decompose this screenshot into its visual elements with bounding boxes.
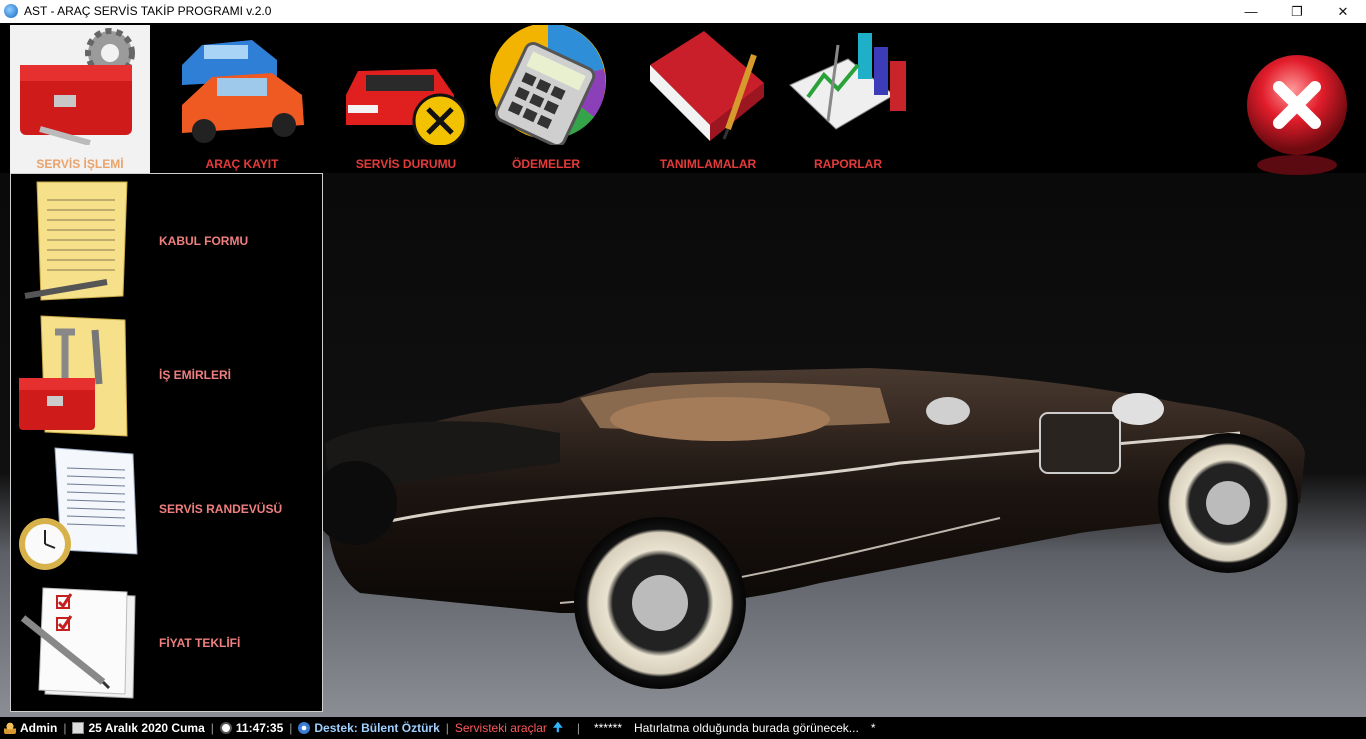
maximize-button[interactable]: ❐ [1274,0,1320,23]
toolbar-label: SERVİS İŞLEMİ [36,157,124,171]
toolbox-gear-icon [10,25,150,146]
status-stars: ****** [593,721,622,735]
toolbar-label: ARAÇ KAYIT [205,157,279,171]
status-separator: | [210,721,214,735]
exit-close-icon[interactable] [1244,53,1350,179]
window-title: AST - ARAÇ SERVİS TAKİP PROGRAMI v.2.0 [24,4,272,18]
toolbar-label: RAPORLAR [814,157,882,171]
status-bar: Admin | 25 Aralık 2020 Cuma | 11:47:35 |… [0,717,1366,739]
toolbar-odemeler[interactable]: ÖDEMELER [476,23,616,173]
calculator-chart-icon [476,23,616,148]
menu-item-label: KABUL FORMU [159,234,249,248]
status-in-service-link[interactable]: Servisteki araçlar [455,721,547,735]
close-button[interactable]: ✕ [1320,0,1366,23]
menu-item-is-emirleri[interactable]: İŞ EMİRLERİ [11,308,322,442]
status-separator: | [63,721,67,735]
main-toolbar: SERVİS İŞLEMİ ARAÇ KAYIT SERVİS DURUMU Ö… [0,23,1366,175]
menu-item-kabul-formu[interactable]: KABUL FORMU [11,174,322,308]
toolbar-tanimlamalar[interactable]: TANIMLAMALAR [638,25,778,173]
window-titlebar: AST - ARAÇ SERVİS TAKİP PROGRAMI v.2.0 —… [0,0,1366,23]
document-pen-icon [15,176,143,304]
menu-item-servis-randevusu[interactable]: SERVİS RANDEVÜSÜ [11,442,322,576]
menu-item-label: SERVİS RANDEVÜSÜ [159,502,283,516]
report-chart-icon [778,25,918,145]
menu-item-label: FİYAT TEKLİFİ [159,636,241,650]
menu-item-label: İŞ EMİRLERİ [159,368,232,382]
status-user: Admin [4,721,57,735]
toolbar-arac-kayit[interactable]: ARAÇ KAYIT [172,25,312,173]
clock-icon [219,722,232,734]
status-support: Destek: Bülent Öztürk [298,721,440,735]
servis-islemi-menu: KABUL FORMU İŞ EMİRLERİ SERVİS RANDEVÜSÜ… [10,173,323,712]
car-repair-icon [336,25,476,149]
toolbar-servis-islemi[interactable]: SERVİS İŞLEMİ [10,25,150,173]
up-arrow-icon: 🠉 [552,719,563,734]
notebook-pen-icon [638,25,778,145]
user-icon [4,722,16,734]
status-user-name: Admin [20,721,58,735]
menu-item-fiyat-teklifi[interactable]: FİYAT TEKLİFİ [11,576,322,710]
support-icon [298,722,311,734]
status-separator: | [289,721,293,735]
toolbar-label: SERVİS DURUMU [355,157,457,171]
cars-icon [172,25,312,145]
status-reminder: Hatırlatma olduğunda burada görünecek... [634,721,859,735]
toolbar-servis-durumu[interactable]: SERVİS DURUMU [336,25,476,173]
status-separator: | [445,721,449,735]
status-time: 11:47:35 [219,721,284,735]
app-logo-icon [4,4,18,18]
checklist-pen-icon [15,578,143,706]
status-date: 25 Aralık 2020 Cuma [72,721,205,735]
status-separator: | [576,721,580,735]
work-order-tools-icon [15,310,143,438]
toolbar-label: TANIMLAMALAR [659,157,757,171]
status-time-text: 11:47:35 [235,721,284,735]
status-trail: * [870,721,876,735]
calendar-icon [72,722,85,734]
minimize-button[interactable]: — [1228,0,1274,23]
appointment-clock-icon [15,444,143,572]
status-date-text: 25 Aralık 2020 Cuma [88,721,205,735]
toolbar-label: ÖDEMELER [511,157,580,171]
toolbar-raporlar[interactable]: RAPORLAR [778,25,918,173]
status-support-text: Destek: Bülent Öztürk [314,721,440,735]
